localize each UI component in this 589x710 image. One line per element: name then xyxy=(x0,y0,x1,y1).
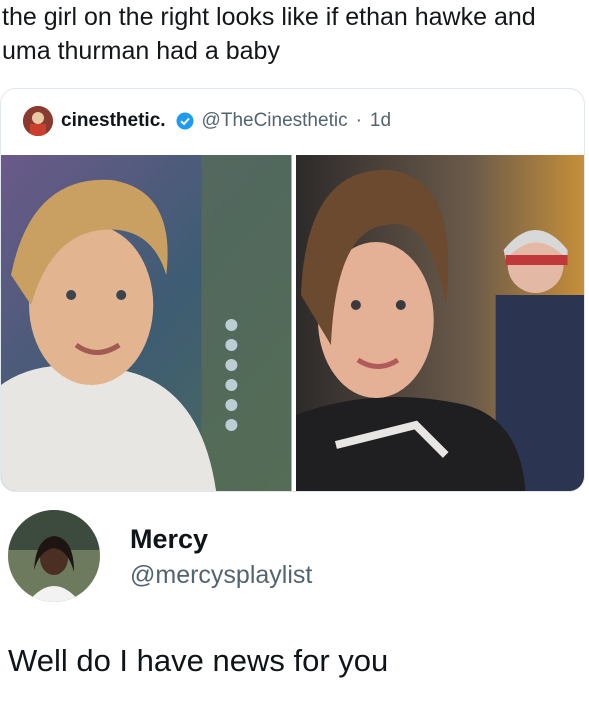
quoted-avatar[interactable] xyxy=(23,106,53,136)
reply-tweet[interactable]: Mercy @mercysplaylist Well do I have new… xyxy=(0,505,589,710)
quoted-tweet-header: cinesthetic. @TheCinesthetic · 1d xyxy=(23,103,391,139)
verified-badge-icon xyxy=(176,112,194,130)
curly-haired-woman-image xyxy=(295,155,584,491)
media-image-right[interactable] xyxy=(295,155,584,491)
media-image-left[interactable] xyxy=(1,155,292,491)
profile-photo-icon xyxy=(8,510,100,602)
quoted-handle[interactable]: @TheCinesthetic xyxy=(202,110,348,132)
quoted-tweet-card[interactable]: cinesthetic. @TheCinesthetic · 1d xyxy=(0,88,585,492)
post-caption: the girl on the right looks like if etha… xyxy=(2,3,536,65)
reply-avatar[interactable] xyxy=(8,510,100,602)
separator-dot: · xyxy=(355,110,362,131)
reply-display-name[interactable]: Mercy xyxy=(130,524,208,555)
reply-handle[interactable]: @mercysplaylist xyxy=(130,561,312,590)
quoted-timestamp[interactable]: 1d xyxy=(370,110,391,132)
blonde-woman-image xyxy=(1,155,292,491)
quoted-display-name[interactable]: cinesthetic. xyxy=(61,110,166,132)
reply-text: Well do I have news for you xyxy=(8,643,389,678)
film-avatar-icon xyxy=(23,106,53,136)
quoted-media[interactable] xyxy=(1,155,584,491)
